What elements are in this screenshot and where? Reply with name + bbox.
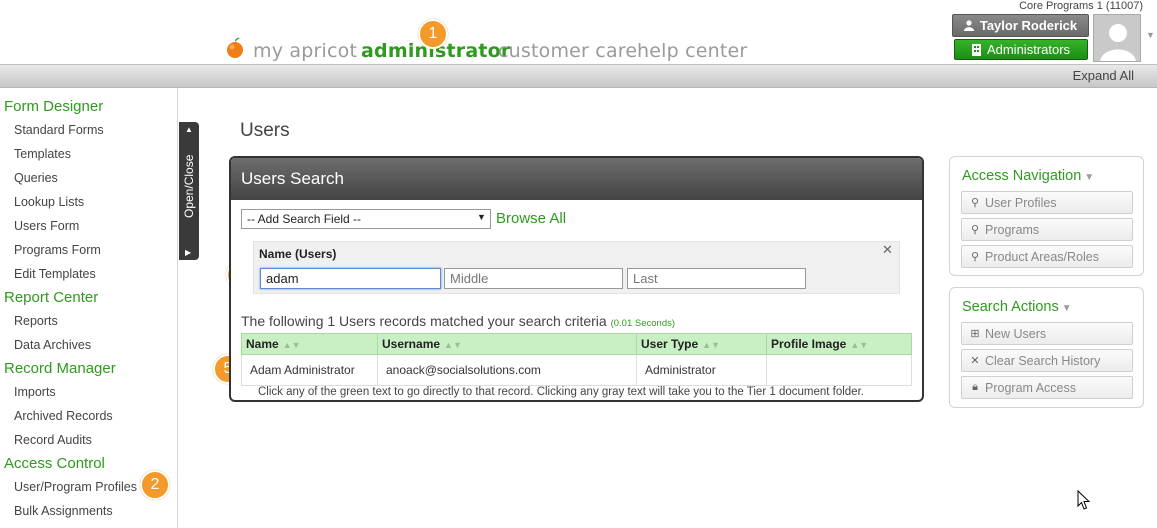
search-icon: ⚲ (970, 251, 980, 263)
access-navigation-title[interactable]: Access Navigation ▼ (962, 168, 1094, 184)
sidebar-section-access-control[interactable]: Access Control (4, 455, 105, 472)
search-icon: ⚲ (970, 224, 980, 236)
cell-user-type[interactable]: Administrator (636, 354, 767, 386)
program-access-button[interactable]: 🔒︎ Program Access (961, 376, 1133, 399)
sidebar-item-templates[interactable]: Templates (14, 147, 71, 161)
user-icon (963, 20, 974, 31)
arrow-right-icon: ▶ (185, 248, 192, 257)
mouse-cursor-icon (1077, 490, 1091, 510)
nav-customer-care[interactable]: customer care (498, 40, 637, 62)
avatar-placeholder-icon (1100, 24, 1136, 61)
match-summary: The following 1 Users records matched yo… (241, 313, 675, 329)
sidebar-item-reports[interactable]: Reports (14, 314, 58, 328)
cell-profile-image[interactable] (766, 354, 912, 386)
select-arrow-icon: ▼ (477, 212, 486, 222)
middle-name-input[interactable] (444, 268, 623, 289)
arrow-up-icon: ▲ (185, 125, 193, 134)
sidebar-item-programs-form[interactable]: Programs Form (14, 243, 101, 257)
nav-my-apricot[interactable]: my apricot (253, 40, 357, 62)
sidebar-item-imports[interactable]: Imports (14, 385, 56, 399)
user-menu-button[interactable]: Taylor Roderick (952, 14, 1089, 37)
column-header-name[interactable]: Name ▲▼ (241, 333, 378, 355)
step-badge-1: 1 (418, 19, 448, 49)
sidebar-section-record-manager[interactable]: Record Manager (4, 360, 116, 377)
new-users-button[interactable]: ⊞ New Users (961, 322, 1133, 345)
results-table: Name ▲▼ Username ▲▼ User Type ▲▼ Profile Im… (241, 333, 912, 386)
chevron-down-icon: ▼ (1061, 303, 1072, 314)
sort-icon: ▲▼ (702, 340, 720, 350)
access-navigation-panel: Access Navigation ▼ ⚲ User Profiles ⚲ Progr… (949, 156, 1144, 276)
top-toolbar (0, 64, 1157, 88)
sidebar-item-record-audits[interactable]: Record Audits (14, 433, 92, 447)
user-profiles-button[interactable]: ⚲ User Profiles (961, 191, 1133, 214)
add-search-field-select[interactable]: -- Add Search Field -- (241, 209, 491, 229)
panel-title: Users Search (231, 158, 922, 200)
sidebar-toggle[interactable]: ▲ Open/Close ▶ (179, 122, 199, 260)
user-name: Taylor Roderick (979, 18, 1078, 33)
match-time: (0.01 Seconds) (610, 318, 676, 329)
cell-username[interactable]: anoack@socialsolutions.com (377, 354, 637, 386)
new-document-icon: ⊞ (970, 328, 980, 340)
cell-name[interactable]: Adam Administrator (241, 354, 378, 386)
sidebar-item-lookup-lists[interactable]: Lookup Lists (14, 195, 84, 209)
results-footnote: Click any of the green text to go direct… (258, 386, 864, 398)
avatar[interactable] (1093, 14, 1141, 62)
sort-icon: ▲▼ (850, 340, 869, 350)
clear-search-history-button[interactable]: ✕ Clear Search History (961, 349, 1133, 372)
table-row[interactable]: Adam Administrator anoack@socialsolution… (241, 354, 912, 386)
column-header-username[interactable]: Username ▲▼ (377, 333, 637, 355)
close-icon[interactable]: ✕ (882, 242, 893, 258)
product-areas-roles-button[interactable]: ⚲ Product Areas/Roles (961, 245, 1133, 268)
sidebar-item-queries[interactable]: Queries (14, 171, 58, 185)
column-header-user-type[interactable]: User Type ▲▼ (636, 333, 767, 355)
sidebar-section-form-designer[interactable]: Form Designer (4, 98, 103, 115)
sidebar-item-bulk-assignments[interactable]: Bulk Assignments (14, 504, 113, 518)
close-icon: ✕ (970, 355, 980, 367)
chevron-down-icon[interactable]: ▼ (1146, 30, 1155, 40)
search-icon: ⚲ (970, 197, 980, 209)
role-button[interactable]: Administrators (954, 39, 1088, 60)
step-badge-2: 2 (140, 470, 170, 500)
sort-icon: ▲▼ (282, 340, 301, 350)
nav-help-center[interactable]: help center (637, 40, 747, 62)
sidebar-item-edit-templates[interactable]: Edit Templates (14, 267, 96, 281)
core-programs-label: Core Programs 1 (11007) (1019, 0, 1143, 12)
sidebar-toggle-label: Open/Close (182, 154, 196, 218)
match-summary-text: The following 1 Users records matched yo… (241, 313, 607, 329)
lock-icon: 🔒︎ (972, 381, 978, 393)
sidebar-item-archived-records[interactable]: Archived Records (14, 409, 113, 423)
browse-all-link[interactable]: Browse All (496, 210, 566, 227)
building-icon (971, 43, 981, 56)
sidebar-item-standard-forms[interactable]: Standard Forms (14, 123, 104, 137)
search-actions-panel: Search Actions ▼ ⊞ New Users ✕ Clear Search… (949, 287, 1144, 408)
sidebar-item-user-program-profiles[interactable]: User/Program Profiles (14, 480, 137, 494)
sidebar-section-report-center[interactable]: Report Center (4, 289, 98, 306)
sort-icon: ▲▼ (444, 340, 462, 350)
chevron-down-icon: ▼ (1084, 172, 1095, 183)
first-name-input[interactable] (260, 268, 441, 289)
apricot-logo-icon (227, 37, 243, 58)
role-label: Administrators (986, 42, 1071, 57)
column-header-profile-image[interactable]: Profile Image ▲▼ (766, 333, 912, 355)
name-group-label: Name (Users) (259, 247, 337, 261)
programs-button[interactable]: ⚲ Programs (961, 218, 1133, 241)
expand-all-link[interactable]: Expand All (1073, 68, 1134, 83)
page-title: Users (240, 120, 290, 141)
sidebar-item-data-archives[interactable]: Data Archives (14, 338, 91, 352)
sidebar-item-users-form[interactable]: Users Form (14, 219, 79, 233)
search-actions-title[interactable]: Search Actions ▼ (962, 299, 1072, 315)
last-name-input[interactable] (627, 268, 806, 289)
